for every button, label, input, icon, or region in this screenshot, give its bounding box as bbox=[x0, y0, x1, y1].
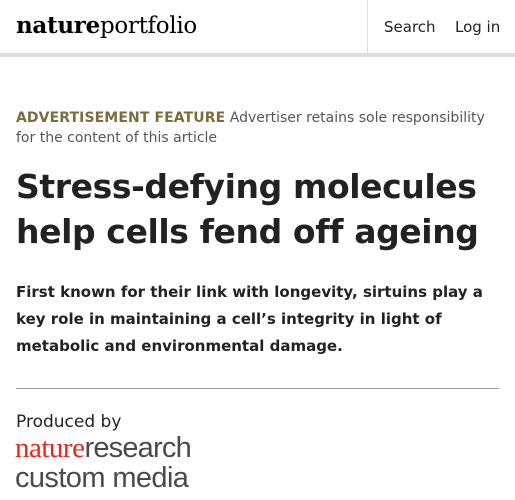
logo-nature-text: nature bbox=[15, 432, 85, 464]
logo-line-1: natureresearch bbox=[15, 432, 192, 464]
nav-divider bbox=[367, 0, 368, 53]
article-standfirst: First known for their link with longevit… bbox=[16, 283, 483, 355]
search-link[interactable]: Search bbox=[384, 17, 436, 37]
nature-portfolio-logo[interactable]: natureportfolio bbox=[16, 11, 197, 41]
divider bbox=[16, 388, 499, 389]
nature-research-custom-media-logo: natureresearch custom media bbox=[15, 432, 192, 494]
produced-by-label: Produced by bbox=[16, 412, 122, 432]
login-link[interactable]: Log in bbox=[455, 17, 500, 37]
logo-custom-media-text: custom media bbox=[15, 462, 189, 494]
logo-light-text: portfolio bbox=[99, 13, 197, 39]
logo-bold-text: nature bbox=[16, 12, 100, 39]
advertisement-notice: ADVERTISEMENT FEATURE Advertiser retains… bbox=[16, 108, 499, 148]
advertisement-label: ADVERTISEMENT FEATURE bbox=[16, 110, 226, 126]
logo-research-text: research bbox=[84, 432, 191, 464]
site-header: natureportfolio Search Log in bbox=[0, 0, 515, 57]
article-title: Stress-defying molecules help cells fend… bbox=[16, 167, 479, 251]
